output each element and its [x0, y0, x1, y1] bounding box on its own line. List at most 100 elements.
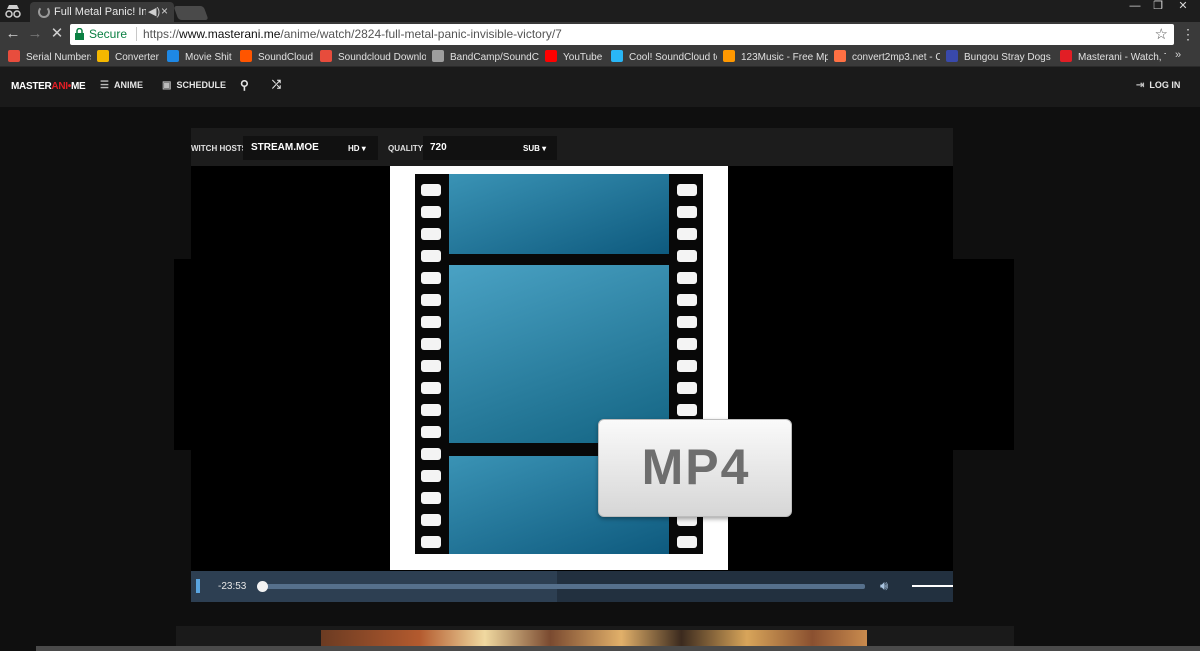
bookmark-label: convert2mp3.net - C: [852, 52, 940, 63]
sprocket-hole: [421, 250, 441, 262]
logo-text-master: MASTER: [11, 81, 52, 92]
quality-select[interactable]: 720 SUB ▾: [423, 136, 557, 160]
bookmark-item[interactable]: Bungou Stray Dogs: [946, 50, 1054, 65]
bookmark-label: Cool! SoundCloud tc: [629, 52, 717, 63]
time-remaining: -23:53: [218, 581, 247, 592]
player-options-bar: WITCH HOSTS STREAM.MOE HD ▾ QUALITY 720 …: [191, 128, 953, 166]
sprocket-hole: [421, 206, 441, 218]
nav-schedule[interactable]: ▣ SCHEDULE: [162, 80, 226, 91]
video-poster: MP4: [390, 166, 792, 570]
url-text[interactable]: https://www.masterani.me/anime/watch/282…: [143, 27, 562, 41]
bookmark-item[interactable]: SoundCloud: [240, 50, 314, 65]
browser-menu-icon[interactable]: ⋮: [1181, 25, 1195, 43]
loading-spinner-icon: [38, 6, 50, 18]
sprocket-hole: [421, 404, 441, 416]
bookmark-favicon-icon: [240, 50, 252, 62]
sprocket-hole: [421, 514, 441, 526]
sprocket-hole: [677, 228, 697, 240]
speaker-icon[interactable]: ◀): [148, 5, 160, 18]
bookmark-item[interactable]: Serial Numbers: [8, 50, 91, 65]
film-frame: [449, 265, 669, 443]
sprocket-hole: [677, 250, 697, 262]
bookmark-label: Converter: [115, 52, 159, 63]
tab-close-icon[interactable]: ×: [161, 4, 168, 18]
bookmark-favicon-icon: [545, 50, 557, 62]
bookmarks-overflow-button[interactable]: »: [1175, 49, 1181, 61]
sprocket-hole: [421, 536, 441, 548]
bookmark-item[interactable]: Soundcloud Downlo: [320, 50, 426, 65]
sprocket-hole: [677, 294, 697, 306]
video-player[interactable]: WITCH HOSTS STREAM.MOE HD ▾ QUALITY 720 …: [191, 128, 953, 602]
bookmark-item[interactable]: 123Music - Free Mp: [723, 50, 828, 65]
minimize-button[interactable]: —: [1124, 0, 1146, 14]
sprocket-hole: [677, 184, 697, 196]
lock-icon: [75, 28, 84, 40]
close-window-button[interactable]: ✕: [1172, 0, 1194, 14]
horizontal-scrollbar[interactable]: [36, 646, 1200, 651]
nav-anime[interactable]: ☰ ANIME: [100, 80, 143, 91]
bookmark-item[interactable]: YouTube: [545, 50, 605, 65]
quality-label: QUALITY: [388, 144, 424, 153]
bookmark-favicon-icon: [432, 50, 444, 62]
shuffle-icon[interactable]: ⤮: [272, 79, 281, 92]
volume-slider[interactable]: [912, 585, 953, 587]
bookmark-item[interactable]: convert2mp3.net - C: [834, 50, 940, 65]
site-logo[interactable]: MASTERANI•ME: [11, 81, 86, 92]
sprocket-hole: [677, 206, 697, 218]
bookmark-label: Bungou Stray Dogs: [964, 52, 1051, 63]
bookmark-item[interactable]: BandCamp/SoundCl: [432, 50, 539, 65]
search-icon[interactable]: ⚲: [240, 78, 249, 92]
bookmark-item[interactable]: Cool! SoundCloud tc: [611, 50, 717, 65]
stop-loading-icon[interactable]: ✕: [48, 25, 66, 43]
login-icon: ⇥: [1136, 80, 1145, 91]
sprocket-hole: [677, 360, 697, 372]
bookmark-favicon-icon: [723, 50, 735, 62]
bookmark-label: Serial Numbers: [26, 52, 91, 63]
host-select[interactable]: STREAM.MOE HD ▾: [243, 136, 378, 160]
back-arrow-icon[interactable]: ←: [4, 25, 22, 43]
bookmark-favicon-icon: [611, 50, 623, 62]
login-button[interactable]: ⇥ LOG IN: [1136, 80, 1180, 91]
play-pause-button[interactable]: [196, 579, 200, 593]
secure-label: Secure: [89, 27, 128, 41]
volume-icon[interactable]: 🔊︎: [880, 578, 888, 594]
new-tab-button[interactable]: [173, 6, 209, 20]
audio-type-select[interactable]: SUB ▾: [523, 144, 546, 153]
sprocket-hole: [421, 316, 441, 328]
seek-bar[interactable]: [261, 584, 865, 589]
film-frame: [449, 174, 669, 254]
host-value: STREAM.MOE: [251, 142, 319, 153]
browser-toolbar: ← → ✕ Secure https://www.masterani.me/an…: [0, 22, 1200, 47]
sprocket-hole: [677, 272, 697, 284]
bookmark-item[interactable]: Masterani - Watch, T: [1060, 50, 1166, 65]
mp4-text: MP4: [641, 439, 751, 495]
bookmark-favicon-icon: [1060, 50, 1072, 62]
bookmark-item[interactable]: Movie Shit: [167, 50, 234, 65]
sprocket-hole: [421, 272, 441, 284]
seek-handle[interactable]: [257, 581, 268, 592]
player-controls: -23:53 🔊︎: [191, 571, 953, 602]
tab-title: Full Metal Panic! Invisible Victory: [54, 6, 146, 18]
url-host: www.masterani.me: [179, 27, 281, 41]
bookmark-label: BandCamp/SoundCl: [450, 52, 539, 63]
omnibox-separator: [136, 27, 137, 41]
bookmark-favicon-icon: [946, 50, 958, 62]
restore-button[interactable]: ❐: [1147, 0, 1169, 14]
forward-arrow-icon[interactable]: →: [26, 25, 44, 43]
switch-hosts-label: WITCH HOSTS: [191, 144, 247, 153]
video-screen[interactable]: MP4: [191, 166, 953, 571]
host-quality-badge: HD ▾: [348, 144, 366, 153]
sprocket-hole: [421, 426, 441, 438]
sprocket-hole: [421, 360, 441, 372]
address-bar[interactable]: Secure https://www.masterani.me/anime/wa…: [70, 24, 1174, 45]
bookmarks-bar: Serial Numbers Converter Movie Shit SoundCl…: [0, 47, 1200, 67]
sprocket-hole: [421, 294, 441, 306]
bookmark-favicon-icon: [8, 50, 20, 62]
login-label: LOG IN: [1149, 80, 1181, 90]
sprocket-hole: [677, 382, 697, 394]
bookmark-item[interactable]: Converter: [97, 50, 161, 65]
quality-value: 720: [430, 142, 447, 153]
bookmark-label: Soundcloud Downlo: [338, 52, 426, 63]
browser-tab-active[interactable]: Full Metal Panic! Invisible Victory ◀) ×: [30, 2, 174, 22]
bookmark-star-icon[interactable]: ☆: [1155, 25, 1168, 43]
